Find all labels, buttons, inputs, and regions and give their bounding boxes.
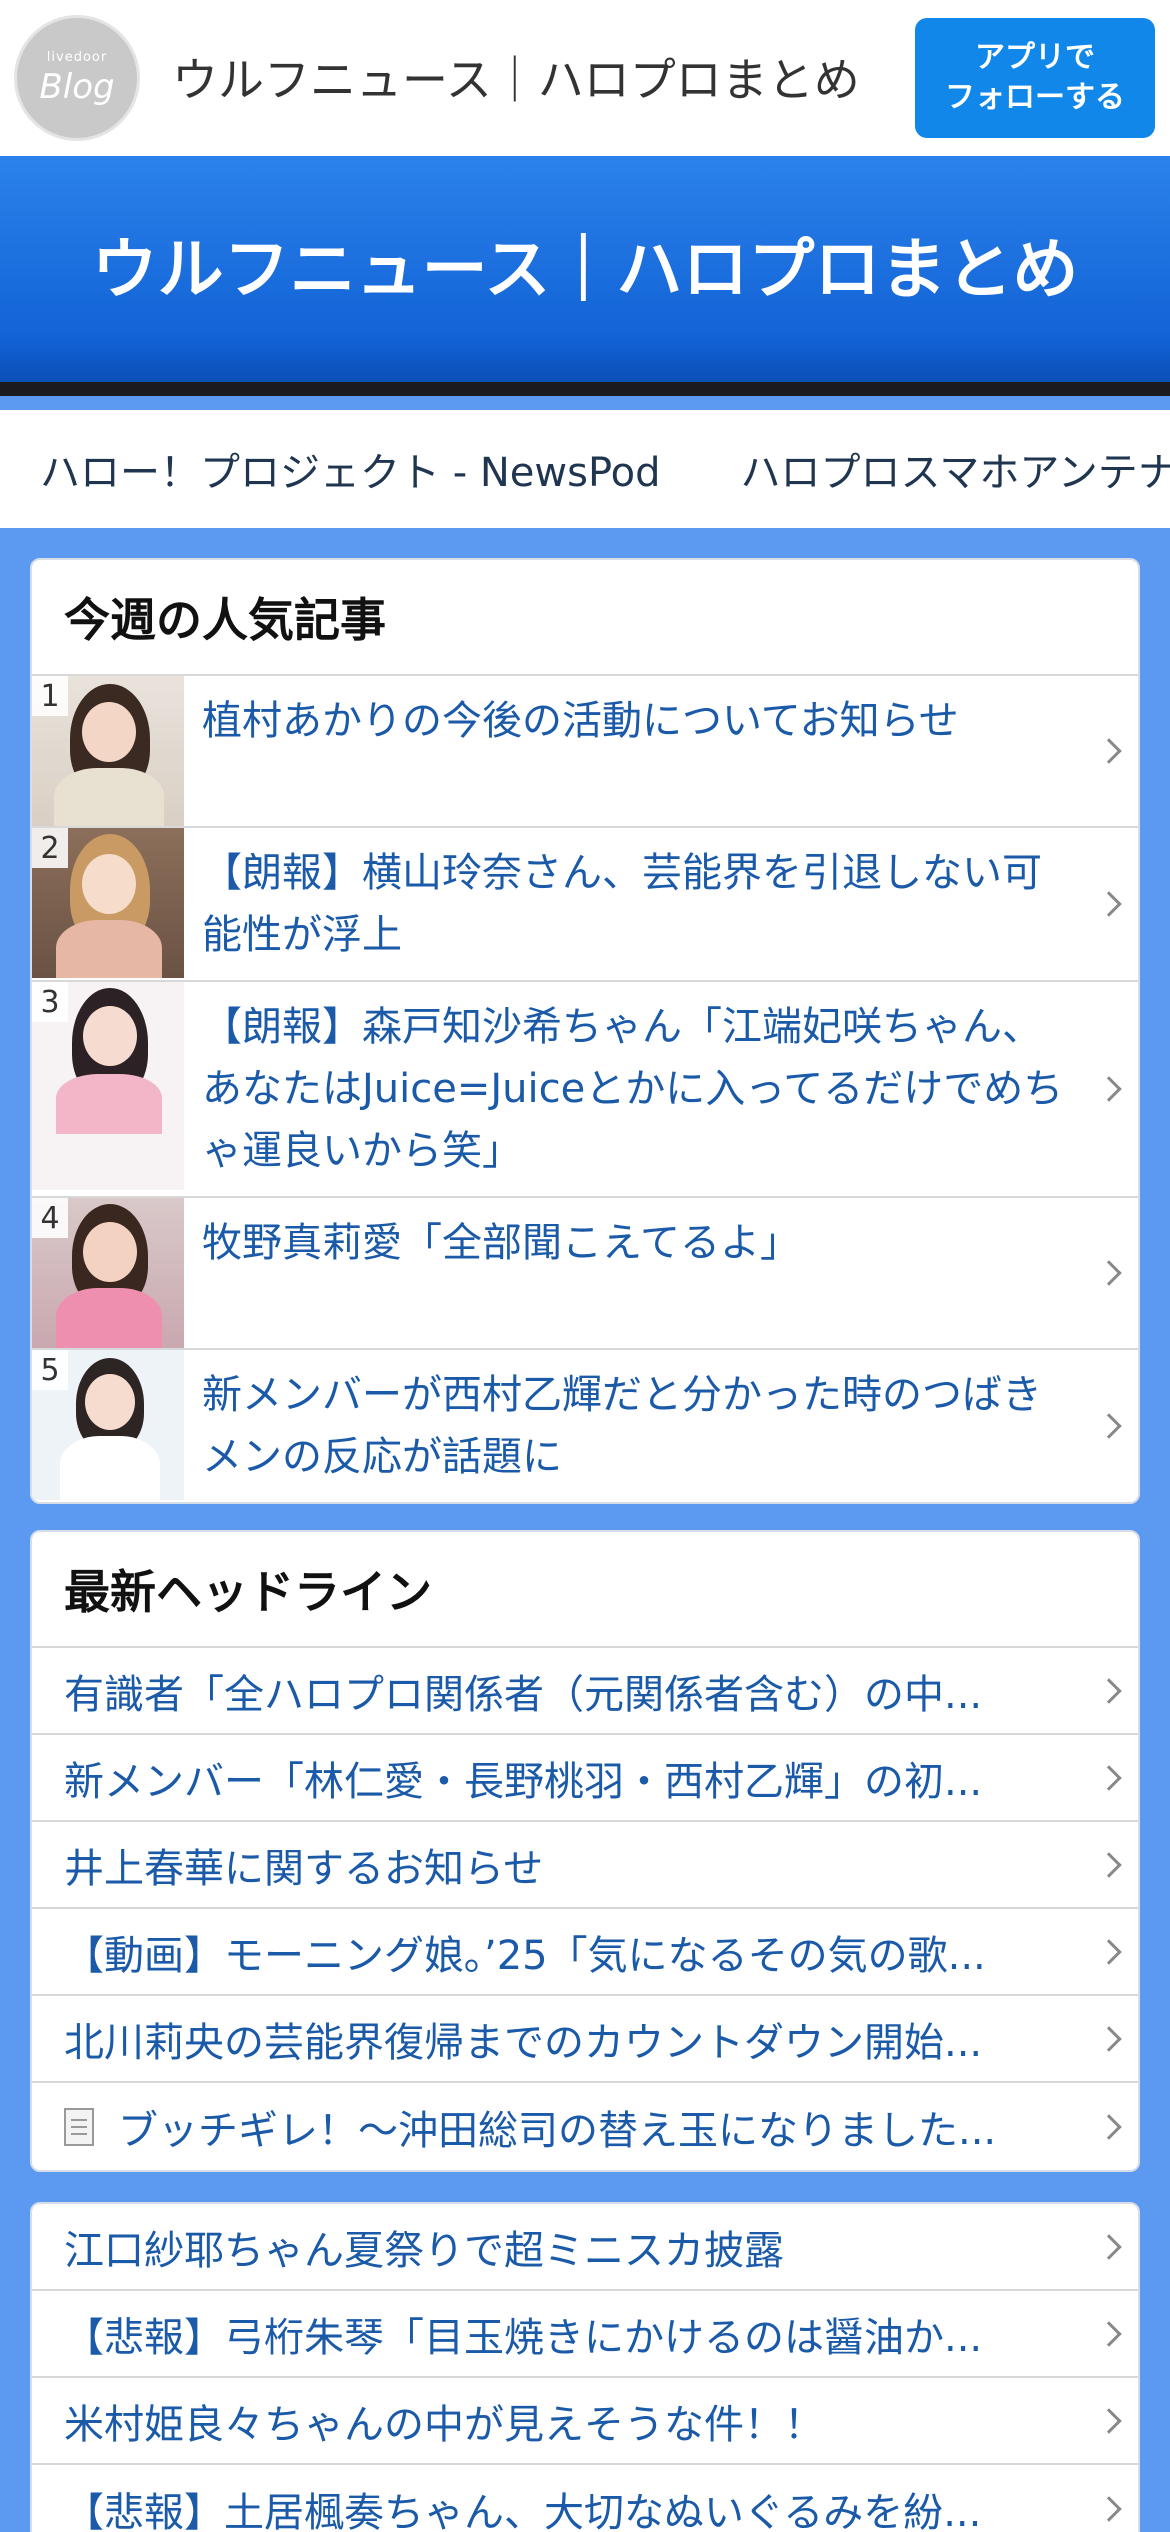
- chevron-right-icon: [1096, 2407, 1122, 2434]
- headline-text: 【動画】モーニング娘｡’25「気になるその気の歌...: [64, 1932, 986, 1979]
- headline-text: 北川莉央の芸能界復帰までのカウントダウン開始...: [64, 2019, 983, 2066]
- link-newspod[interactable]: ハロー！プロジェクト - NewsPod: [40, 440, 661, 498]
- headline-row[interactable]: 【悲報】土居楓奏ちゃん、大切なぬいぐるみを紛...: [32, 2465, 1138, 2532]
- latest-headlines-card: 最新ヘッドライン 有識者「全ハロプロ関係者（元関係者含む）の中... 新メンバー…: [30, 1530, 1140, 2172]
- headline-text: 【悲報】弓桁朱琴「目玉焼きにかけるのは醤油か...: [64, 2314, 983, 2361]
- popular-article-row[interactable]: 4 牧野真莉愛「全部聞こえてるよ」: [32, 1198, 1138, 1350]
- chevron-right-icon: [1096, 2233, 1122, 2260]
- popular-articles-card: 今週の人気記事 1 植村あかりの今後の活動についてお知らせ 2 【朗報】横山玲奈…: [30, 558, 1140, 1504]
- headline-row[interactable]: 井上春華に関するお知らせ: [32, 1822, 1138, 1909]
- rank-number: 2: [32, 828, 68, 868]
- headline-row[interactable]: 江口紗耶ちゃん夏祭りで超ミニスカ披露: [32, 2204, 1138, 2291]
- headline-text: 米村姫良々ちゃんの中が見えそうな件！！: [64, 2401, 824, 2448]
- popular-article-title: 牧野真莉愛「全部聞こえてるよ」: [202, 1220, 800, 1266]
- headline-row[interactable]: 新メンバー「林仁愛・長野桃羽・西村乙輝」の初...: [32, 1735, 1138, 1822]
- link-smartphone-antenna[interactable]: ハロプロスマホアンテナ: [741, 440, 1170, 498]
- article-thumbnail: 1: [32, 676, 184, 826]
- rank-number: 5: [32, 1350, 68, 1390]
- banner-title: ウルフニュース｜ハロプロまとめ: [91, 231, 1079, 308]
- headline-text: 江口紗耶ちゃん夏祭りで超ミニスカ披露: [64, 2227, 784, 2274]
- headline-row[interactable]: 北川莉央の芸能界復帰までのカウントダウン開始...: [32, 1996, 1138, 2083]
- popular-article-row[interactable]: 5 新メンバーが西村乙輝だと分かった時のつばきメンの反応が話題に: [32, 1350, 1138, 1502]
- more-headlines-card: 江口紗耶ちゃん夏祭りで超ミニスカ披露 【悲報】弓桁朱琴「目玉焼きにかけるのは醤油…: [30, 2202, 1140, 2532]
- logo-big-text: Blog: [39, 66, 115, 107]
- headline-row[interactable]: ブッチギレ！～沖田総司の替え玉になりました...: [32, 2083, 1138, 2170]
- headline-text: 新メンバー「林仁愛・長野桃羽・西村乙輝」の初...: [64, 1758, 983, 1805]
- headline-text: 井上春華に関するお知らせ: [64, 1845, 544, 1892]
- rank-number: 3: [32, 982, 68, 1022]
- site-title[interactable]: ウルフニュース｜ハロプロまとめ: [172, 44, 860, 110]
- headline-row[interactable]: 米村姫良々ちゃんの中が見えそうな件！！: [32, 2378, 1138, 2465]
- antenna-link-strip: ハロー！プロジェクト - NewsPod ハロプロスマホアンテナ: [0, 410, 1170, 528]
- document-icon: [64, 2107, 94, 2146]
- popular-articles-title: 今週の人気記事: [32, 560, 1138, 676]
- chevron-right-icon: [1096, 1764, 1122, 1791]
- follow-in-app-button[interactable]: アプリで フォローする: [915, 18, 1155, 138]
- article-thumbnail: 3: [32, 982, 184, 1190]
- chevron-right-icon: [1096, 1851, 1122, 1878]
- headline-row[interactable]: 【悲報】弓桁朱琴「目玉焼きにかけるのは醤油か...: [32, 2291, 1138, 2378]
- popular-article-row[interactable]: 2 【朗報】横山玲奈さん、芸能界を引退しない可能性が浮上: [32, 828, 1138, 982]
- popular-article-title: 【朗報】森戸知沙希ちゃん「江端妃咲ちゃん、あなたはJuice=Juiceとかに入…: [202, 1004, 1064, 1174]
- chevron-right-icon: [1096, 2495, 1122, 2522]
- chevron-right-icon: [1096, 2113, 1122, 2140]
- rank-number: 1: [32, 676, 68, 716]
- chevron-right-icon: [1096, 2025, 1122, 2052]
- popular-article-title: 【朗報】横山玲奈さん、芸能界を引退しない可能性が浮上: [202, 850, 1042, 958]
- chevron-right-icon: [1096, 1938, 1122, 1965]
- latest-headlines-title: 最新ヘッドライン: [32, 1532, 1138, 1648]
- blog-header-banner[interactable]: ウルフニュース｜ハロプロまとめ: [0, 156, 1170, 396]
- livedoor-blog-logo[interactable]: livedoor Blog: [14, 15, 140, 141]
- logo-small-text: livedoor: [46, 49, 108, 65]
- article-thumbnail: 5: [32, 1350, 184, 1500]
- popular-article-row[interactable]: 3 【朗報】森戸知沙希ちゃん「江端妃咲ちゃん、あなたはJuice=Juiceとか…: [32, 982, 1138, 1198]
- follow-button-line2: フォローする: [945, 80, 1125, 115]
- headline-row[interactable]: 【動画】モーニング娘｡’25「気になるその気の歌...: [32, 1909, 1138, 1996]
- rank-number: 4: [32, 1198, 68, 1238]
- follow-button-line1: アプリで: [975, 40, 1095, 75]
- top-app-bar: livedoor Blog ウルフニュース｜ハロプロまとめ アプリで フォローす…: [0, 0, 1170, 156]
- headline-row[interactable]: 有識者「全ハロプロ関係者（元関係者含む）の中...: [32, 1648, 1138, 1735]
- popular-article-title: 植村あかりの今後の活動についてお知らせ: [202, 698, 959, 744]
- headline-text: 【悲報】土居楓奏ちゃん、大切なぬいぐるみを紛...: [64, 2489, 982, 2532]
- headline-text: 有識者「全ハロプロ関係者（元関係者含む）の中...: [64, 1671, 983, 1718]
- popular-article-title: 新メンバーが西村乙輝だと分かった時のつばきメンの反応が話題に: [202, 1372, 1042, 1480]
- chevron-right-icon: [1096, 1677, 1122, 1704]
- article-thumbnail: 4: [32, 1198, 184, 1348]
- chevron-right-icon: [1096, 2320, 1122, 2347]
- article-thumbnail: 2: [32, 828, 184, 978]
- headline-text: ブッチギレ！～沖田総司の替え玉になりました...: [118, 2107, 997, 2154]
- popular-article-row[interactable]: 1 植村あかりの今後の活動についてお知らせ: [32, 676, 1138, 828]
